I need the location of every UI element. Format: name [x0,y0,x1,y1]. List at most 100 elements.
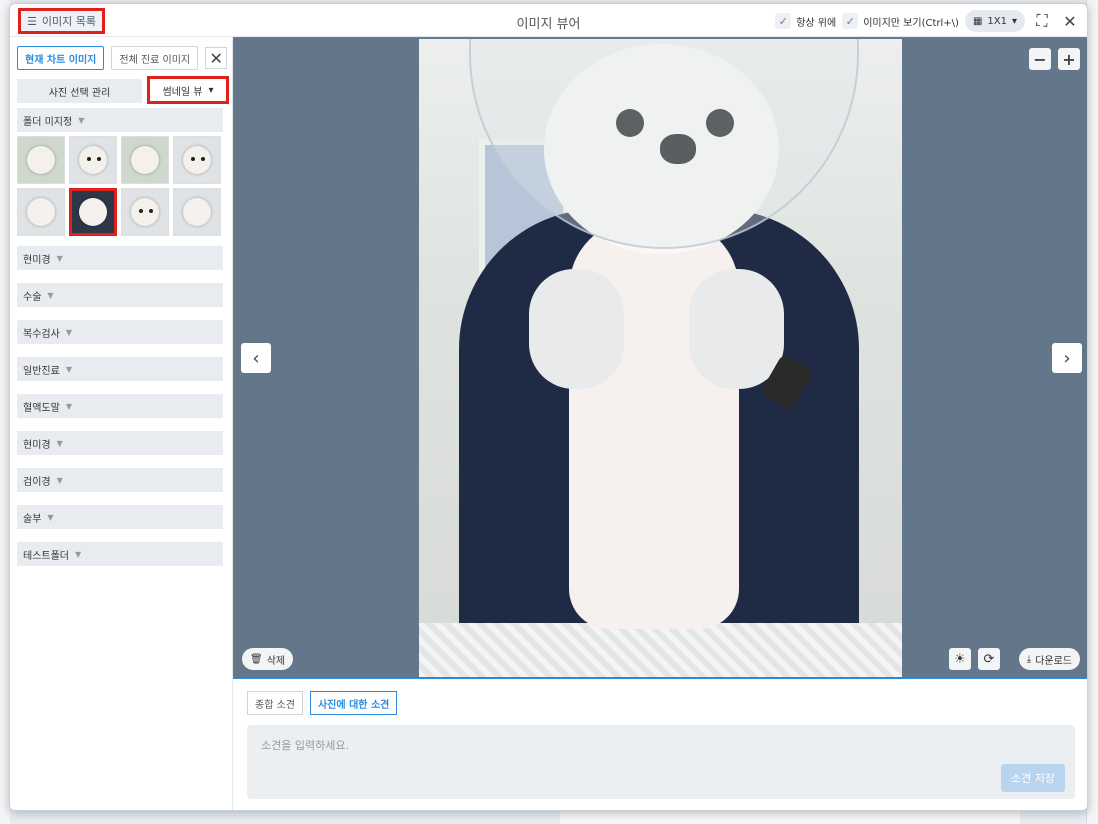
folder-item[interactable]: 현미경 ▼ [17,246,223,270]
dog-photo [419,39,902,677]
notes-input[interactable]: 소견을 입력하세요. 소견 저장 [247,725,1075,799]
folder-item[interactable]: 검이경 ▼ [17,468,223,492]
folder-label: 수술 [23,291,42,303]
tab-current-chart[interactable]: 현재 차트 이미지 [17,46,105,70]
zoom-out-icon[interactable]: − [1029,48,1051,70]
notes-tabs: 종합 소견 사진에 대한 소견 [247,691,398,715]
folder-item[interactable]: 테스트폴더 ▼ [17,542,223,566]
thumbnail[interactable] [17,188,65,236]
folder-item[interactable]: 술부 ▼ [17,505,223,529]
dog-image [79,146,107,174]
close-icon[interactable]: ✕ [1059,10,1081,32]
caret-down-icon: ▼ [65,401,72,411]
folder-item[interactable]: 혈액도말 ▼ [17,394,223,418]
folder-label: 혈액도말 [23,402,60,414]
image-only-label: 이미지만 보기(Ctrl+\) [863,17,959,29]
folder-label: 복수검사 [23,328,60,340]
dog-image [27,146,55,174]
close-icon[interactable]: ✕ [205,47,228,69]
image-viewer-canvas: − + ‹ › 🗑 삭제 ☀ ⟳ ⤓ 다운로드 [233,37,1087,679]
thumbnail-selected[interactable] [69,188,117,236]
always-on-top-label: 항상 위에 [796,17,837,29]
view-mode-select[interactable]: 썸네일 뷰 ▾ [147,76,229,104]
dog-eye [149,209,153,213]
folder-label: 일반진료 [23,365,60,377]
caret-down-icon: ▼ [56,438,63,448]
folder-label: 폴더 미지정 [23,116,73,128]
folder-label: 테스트폴더 [23,550,69,562]
thumbnail[interactable] [69,136,117,184]
tab-general-notes[interactable]: 종합 소견 [247,691,303,715]
source-tabs: 현재 차트 이미지 전체 진료 이미지 ✕ [17,46,228,70]
download-icon: ⤓ [1026,653,1032,665]
download-label: 다운로드 [1035,655,1072,667]
photo-glove [689,269,784,389]
caret-down-icon: ▼ [47,290,54,300]
caret-down-icon: ▼ [78,115,85,125]
delete-label: 삭제 [266,655,286,667]
thumbnail-grid [17,136,223,236]
caret-down-icon: ▾ [1011,15,1017,27]
notes-panel: 종합 소견 사진에 대한 소견 소견을 입력하세요. 소견 저장 [233,679,1087,810]
grid-icon: ▦ [972,15,983,27]
tab-photo-notes[interactable]: 사진에 대한 소견 [309,691,398,715]
brightness-icon[interactable]: ☀ [949,648,971,670]
view-mode-value: 썸네일 뷰 [162,86,203,98]
layout-value: 1X1 [987,15,1007,27]
next-image-icon[interactable]: › [1052,343,1082,373]
thumbnail[interactable] [173,136,221,184]
folder-item[interactable]: 현미경 ▼ [17,431,223,455]
trash-icon: 🗑 [250,653,263,665]
thumbnail[interactable] [17,136,65,184]
dog-image [79,198,107,226]
dog-eye [87,157,91,161]
dog-image [183,198,211,226]
photo-select-manage-button[interactable]: 사진 선택 관리 [17,79,142,103]
caret-down-icon: ▾ [208,84,214,96]
folder-label: 검이경 [23,476,51,488]
folder-item[interactable]: 일반진료 ▼ [17,357,223,381]
rotate-icon[interactable]: ⟳ [978,648,1000,670]
caret-down-icon: ▼ [56,475,63,485]
caret-down-icon: ▼ [65,364,72,374]
checkmark-icon: ✓ [842,13,859,29]
dog-eye [97,157,101,161]
dog-eye [139,209,143,213]
folder-label: 술부 [23,513,42,525]
folder-label: 현미경 [23,439,51,451]
dog-image [183,146,211,174]
folder-item[interactable]: 수술 ▼ [17,283,223,307]
folder-unassigned[interactable]: 폴더 미지정 ▼ [17,108,223,132]
folder-item[interactable]: 복수검사 ▼ [17,320,223,344]
image-only-toggle[interactable]: ✓ 이미지만 보기(Ctrl+\) [842,13,959,29]
download-button[interactable]: ⤓ 다운로드 [1018,648,1080,670]
folder-label: 현미경 [23,254,51,266]
notes-placeholder: 소견을 입력하세요. [261,739,349,752]
fullscreen-icon[interactable]: ⛶ [1031,10,1053,32]
save-notes-button[interactable]: 소견 저장 [1001,764,1065,792]
photo-glove [529,269,624,389]
thumbnail[interactable] [121,188,169,236]
caret-down-icon: ▼ [75,549,82,559]
dog-image [131,198,159,226]
image-list-sidebar: 현재 차트 이미지 전체 진료 이미지 ✕ 사진 선택 관리 썸네일 뷰 ▾ 폴… [10,37,233,810]
caret-down-icon: ▼ [47,512,54,522]
thumbnail[interactable] [121,136,169,184]
delete-button[interactable]: 🗑 삭제 [242,648,294,670]
previous-image-icon[interactable]: ‹ [241,343,271,373]
dog-eye [191,157,195,161]
titlebar-controls: ✓ 항상 위에 ✓ 이미지만 보기(Ctrl+\) ▦ 1X1 ▾ ⛶ ✕ [775,9,1081,33]
layout-select[interactable]: ▦ 1X1 ▾ [964,10,1025,32]
zoom-in-icon[interactable]: + [1058,48,1080,70]
tab-all-visits[interactable]: 전체 진료 이미지 [111,46,199,70]
checkmark-icon: ✓ [775,13,792,29]
thumbnail[interactable] [173,188,221,236]
dog-eye [201,157,205,161]
dog-image [131,146,159,174]
background-table-strip [560,810,1020,824]
titlebar: ☰ 이미지 목록 이미지 뷰어 ✓ 항상 위에 ✓ 이미지만 보기(Ctrl+\… [10,4,1087,37]
dog-image [27,198,55,226]
caret-down-icon: ▼ [65,327,72,337]
image-viewer-modal: ☰ 이미지 목록 이미지 뷰어 ✓ 항상 위에 ✓ 이미지만 보기(Ctrl+\… [9,3,1088,811]
always-on-top-toggle[interactable]: ✓ 항상 위에 [775,13,836,29]
